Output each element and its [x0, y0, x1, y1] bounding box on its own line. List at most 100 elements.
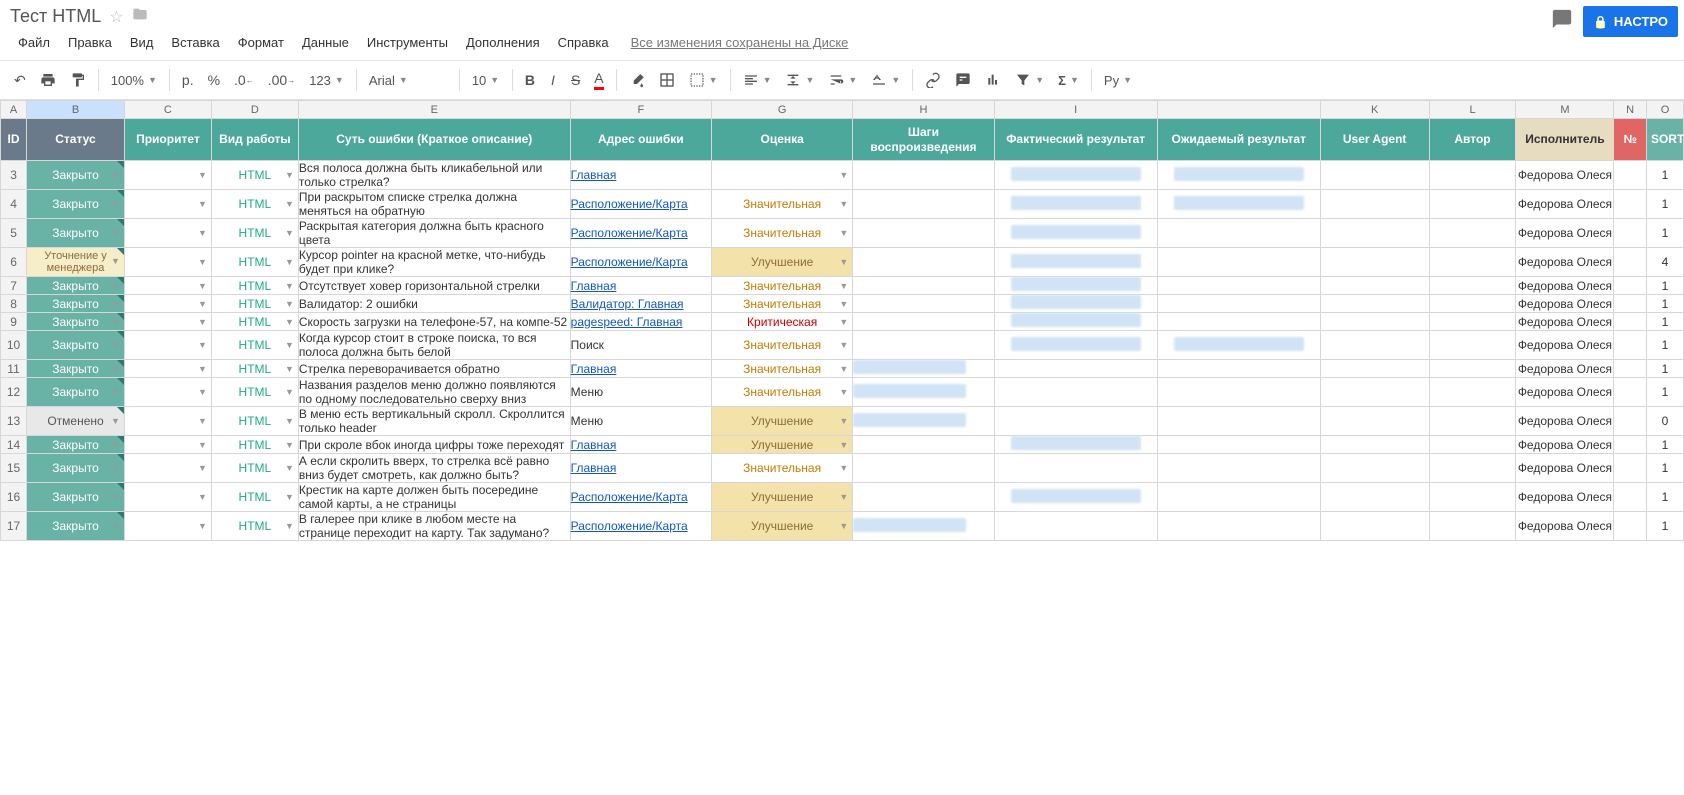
chevron-down-icon[interactable]: ▼: [839, 440, 848, 450]
address-cell[interactable]: Расположение/Карта: [570, 248, 711, 277]
executor-cell[interactable]: Федорова Олеся: [1516, 436, 1614, 454]
address-cell[interactable]: Меню: [570, 378, 711, 407]
work-type-cell[interactable]: HTML▼: [211, 331, 298, 360]
chevron-down-icon[interactable]: ▼: [839, 364, 848, 374]
chevron-down-icon[interactable]: ▼: [198, 387, 207, 397]
priority-cell[interactable]: ▼: [124, 295, 211, 313]
priority-cell[interactable]: ▼: [124, 161, 211, 190]
status-cell[interactable]: Закрыто▼: [27, 360, 125, 378]
author-cell[interactable]: [1429, 277, 1516, 295]
steps-cell[interactable]: [853, 248, 994, 277]
expected-result-cell[interactable]: [1157, 295, 1320, 313]
sort-cell[interactable]: 1: [1646, 483, 1683, 512]
row-number[interactable]: 5: [1, 219, 27, 248]
row-number[interactable]: 16: [1, 483, 27, 512]
row-number[interactable]: 12: [1, 378, 27, 407]
user-agent-cell[interactable]: [1320, 248, 1429, 277]
chevron-down-icon[interactable]: ▼: [111, 416, 120, 426]
col-header[interactable]: M: [1516, 101, 1614, 119]
user-agent-cell[interactable]: [1320, 277, 1429, 295]
steps-cell[interactable]: [853, 161, 994, 190]
row-number[interactable]: 8: [1, 295, 27, 313]
col-header[interactable]: I: [994, 101, 1157, 119]
chevron-down-icon[interactable]: ▼: [198, 199, 207, 209]
work-type-cell[interactable]: HTML▼: [211, 277, 298, 295]
status-cell[interactable]: Закрыто▼: [27, 483, 125, 512]
chevron-down-icon[interactable]: ▼: [839, 170, 848, 180]
chevron-down-icon[interactable]: ▼: [111, 257, 120, 267]
description-cell[interactable]: Стрелка переворачивается обратно: [298, 360, 570, 378]
author-cell[interactable]: [1429, 331, 1516, 360]
expected-result-cell[interactable]: [1157, 512, 1320, 541]
sort-cell[interactable]: 1: [1646, 277, 1683, 295]
chevron-down-icon[interactable]: ▼: [285, 416, 294, 426]
expected-result-cell[interactable]: [1157, 378, 1320, 407]
user-agent-cell[interactable]: [1320, 219, 1429, 248]
actual-result-cell[interactable]: [994, 295, 1157, 313]
italic-icon[interactable]: I: [543, 68, 563, 92]
text-color-icon[interactable]: A: [588, 66, 609, 94]
description-cell[interactable]: Вся полоса должна быть кликабельной или …: [298, 161, 570, 190]
chevron-down-icon[interactable]: ▼: [198, 521, 207, 531]
actual-result-cell[interactable]: [994, 483, 1157, 512]
actual-result-cell[interactable]: [994, 454, 1157, 483]
chevron-down-icon[interactable]: ▼: [839, 521, 848, 531]
steps-cell[interactable]: [853, 436, 994, 454]
chevron-down-icon[interactable]: ▼: [839, 387, 848, 397]
executor-cell[interactable]: Федорова Олеся: [1516, 454, 1614, 483]
author-cell[interactable]: [1429, 483, 1516, 512]
num-cell[interactable]: [1614, 378, 1647, 407]
num-cell[interactable]: [1614, 313, 1647, 331]
chevron-down-icon[interactable]: ▼: [198, 463, 207, 473]
user-agent-cell[interactable]: [1320, 331, 1429, 360]
header-assessment[interactable]: Оценка: [711, 119, 852, 161]
expected-result-cell[interactable]: [1157, 331, 1320, 360]
header-status[interactable]: Статус: [27, 119, 125, 161]
actual-result-cell[interactable]: [994, 190, 1157, 219]
author-cell[interactable]: [1429, 360, 1516, 378]
steps-cell[interactable]: [853, 483, 994, 512]
header-actual[interactable]: Фактический результат: [994, 119, 1157, 161]
num-cell[interactable]: [1614, 407, 1647, 436]
steps-cell[interactable]: [853, 454, 994, 483]
col-header[interactable]: E: [298, 101, 570, 119]
work-type-cell[interactable]: HTML▼: [211, 295, 298, 313]
num-cell[interactable]: [1614, 161, 1647, 190]
chevron-down-icon[interactable]: ▼: [839, 317, 848, 327]
user-agent-cell[interactable]: [1320, 436, 1429, 454]
assessment-cell[interactable]: Улучшение▼: [711, 407, 852, 436]
header-desc[interactable]: Суть ошибки (Краткое описание): [298, 119, 570, 161]
expected-result-cell[interactable]: [1157, 248, 1320, 277]
chevron-down-icon[interactable]: ▼: [285, 463, 294, 473]
chevron-down-icon[interactable]: ▼: [285, 340, 294, 350]
work-type-cell[interactable]: HTML▼: [211, 219, 298, 248]
increase-decimal-button[interactable]: .00→: [262, 68, 301, 92]
h-align-dropdown[interactable]: ▼: [737, 68, 778, 92]
header-id[interactable]: ID: [1, 119, 27, 161]
assessment-cell[interactable]: Значительная▼: [711, 378, 852, 407]
expected-result-cell[interactable]: [1157, 436, 1320, 454]
share-settings-button[interactable]: НАСТРО: [1583, 6, 1678, 37]
executor-cell[interactable]: Федорова Олеся: [1516, 512, 1614, 541]
chevron-down-icon[interactable]: ▼: [198, 281, 207, 291]
col-header[interactable]: [1157, 101, 1320, 119]
description-cell[interactable]: Курсор pointer на красной метке, что-ниб…: [298, 248, 570, 277]
print-icon[interactable]: [34, 68, 62, 92]
chevron-down-icon[interactable]: ▼: [839, 199, 848, 209]
description-cell[interactable]: Отсутствует ховер горизонтальной стрелки: [298, 277, 570, 295]
executor-cell[interactable]: Федорова Олеся: [1516, 248, 1614, 277]
work-type-cell[interactable]: HTML▼: [211, 454, 298, 483]
steps-cell[interactable]: [853, 313, 994, 331]
num-cell[interactable]: [1614, 190, 1647, 219]
chevron-down-icon[interactable]: ▼: [198, 299, 207, 309]
sort-cell[interactable]: 1: [1646, 190, 1683, 219]
chevron-down-icon[interactable]: ▼: [285, 299, 294, 309]
address-cell[interactable]: Валидатор: Главная: [570, 295, 711, 313]
user-agent-cell[interactable]: [1320, 360, 1429, 378]
priority-cell[interactable]: ▼: [124, 313, 211, 331]
row-number[interactable]: 13: [1, 407, 27, 436]
header-expected[interactable]: Ожидаемый результат: [1157, 119, 1320, 161]
actual-result-cell[interactable]: [994, 219, 1157, 248]
executor-cell[interactable]: Федорова Олеся: [1516, 190, 1614, 219]
header-work-type[interactable]: Вид работы: [211, 119, 298, 161]
